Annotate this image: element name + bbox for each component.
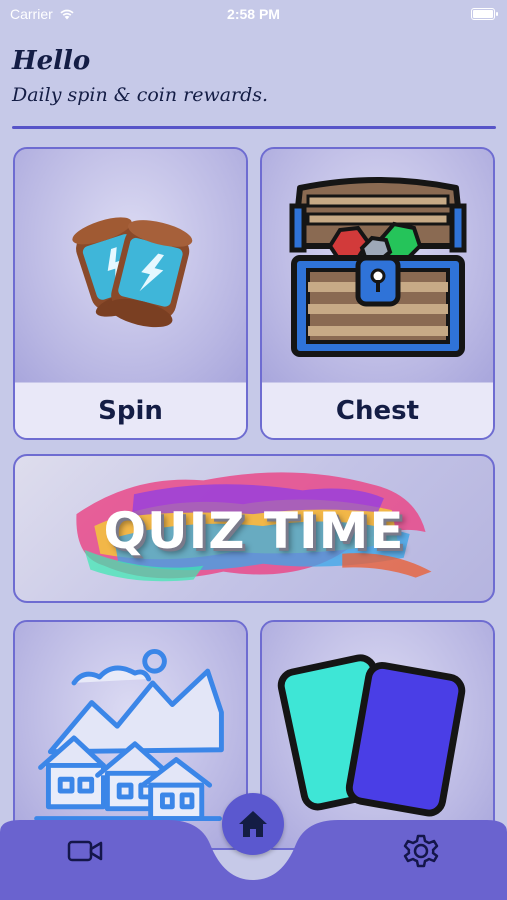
quiz-time-banner: QUIZ TIME <box>103 502 405 560</box>
carrier-label: Carrier <box>10 6 53 22</box>
header-divider <box>12 126 496 129</box>
status-left: Carrier <box>10 6 75 22</box>
spin-art <box>15 149 246 382</box>
spin-card[interactable]: Spin <box>13 147 248 440</box>
video-camera-icon <box>67 840 103 862</box>
greeting-title: Hello <box>12 46 91 76</box>
spin-tokens-icon <box>71 216 192 327</box>
battery-fill <box>473 10 493 18</box>
status-time: 2:58 PM <box>227 6 280 22</box>
quiz-time-card[interactable]: QUIZ TIME <box>13 454 495 603</box>
chest-card[interactable]: Chest <box>260 147 495 440</box>
wifi-icon <box>60 9 74 20</box>
treasure-chest-icon <box>289 176 466 357</box>
video-nav-button[interactable] <box>62 828 108 874</box>
gear-icon <box>403 834 439 868</box>
chest-art <box>262 149 493 382</box>
battery-icon <box>471 8 498 20</box>
chest-label: Chest <box>262 382 493 438</box>
home-icon <box>239 811 267 837</box>
greeting-subtitle: Daily spin & coin rewards. <box>12 84 269 106</box>
settings-nav-button[interactable] <box>398 828 444 874</box>
status-bar: Carrier 2:58 PM <box>0 0 507 28</box>
spin-label: Spin <box>15 382 246 438</box>
home-nav-button[interactable] <box>222 793 284 855</box>
